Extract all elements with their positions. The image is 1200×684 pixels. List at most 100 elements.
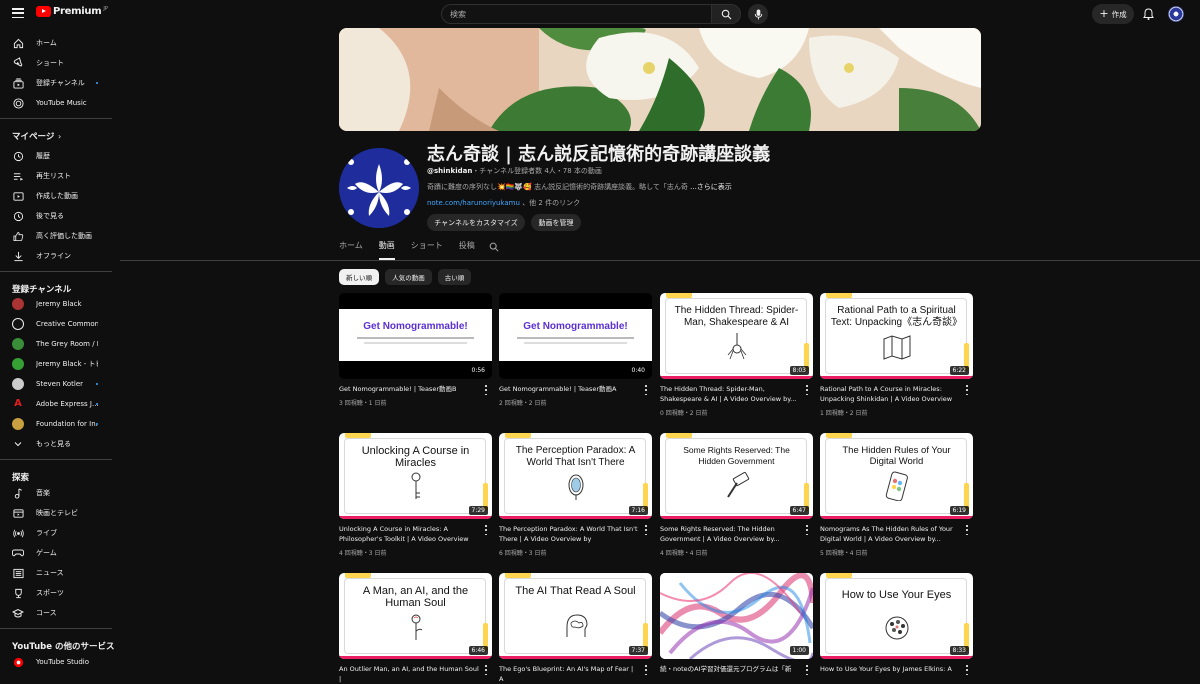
account-avatar[interactable] [1168,6,1184,22]
video-thumbnail[interactable]: A Man, an AI, and the Human Soul 6:46 [339,573,492,659]
sidebar-item-subscriptions[interactable]: 登録チャンネル [0,73,112,93]
more-actions-icon[interactable] [644,385,648,395]
channel-handle: @shinkidan [427,167,473,175]
show-more-link[interactable]: ...さらに表示 [690,183,732,191]
video-title[interactable]: An Outlier Man, an AI, and the Human Sou… [339,664,479,684]
more-actions-icon[interactable] [484,385,488,395]
sidebar-item-watch-later[interactable]: 後で見る [0,206,112,226]
sidebar-show-more[interactable]: もっと見る [0,434,112,454]
manage-videos-button[interactable]: 動画を管理 [531,214,581,231]
more-actions-icon[interactable] [484,665,488,675]
video-title[interactable]: The Perception Paradox: A World That Isn… [499,524,639,544]
channel-link[interactable]: note.com/harunoriyukamu [427,199,520,207]
sort-chip-oldest[interactable]: 古い順 [438,269,471,285]
thumbnail-text: The Hidden Rules of Your Digital World [842,445,951,467]
video-thumbnail[interactable]: Rational Path to a Spiritual Text: Unpac… [820,293,973,379]
sort-chip-popular[interactable]: 人気の動画 [385,269,432,285]
gavel-illustration [727,471,750,498]
video-thumbnail[interactable]: Unlocking A Course in Miracles 7:29 [339,433,492,519]
sidebar-item-liked-videos[interactable]: 高く評価した動画 [0,226,112,246]
channel-banner [339,28,981,131]
more-actions-icon[interactable] [965,665,969,675]
sidebar-item-news[interactable]: ニュース [0,563,112,583]
video-thumbnail[interactable]: 1:00 [660,573,813,659]
tab-home[interactable]: ホーム [339,240,363,260]
thumbnail-subline [524,342,627,344]
video-thumbnail[interactable]: The AI That Read A Soul 7:37 [499,573,652,659]
video-title[interactable]: The Ego's Blueprint: An AI's Map of Fear… [499,664,639,684]
voice-search-button[interactable] [748,4,768,24]
sidebar-channel-item[interactable]: Jeremy Black [0,294,112,314]
video-title[interactable]: Some Rights Reserved: The Hidden Governm… [660,524,800,544]
video-title[interactable]: How to Use Your Eyes by James Elkins: A [820,664,960,674]
video-thumbnail[interactable]: The Perception Paradox: A World That Isn… [499,433,652,519]
lily-pattern-avatar [339,148,419,228]
sidebar-item-youtube-studio[interactable]: YouTube Studio [0,652,112,672]
sidebar-item-shorts[interactable]: ショート [0,53,112,73]
sidebar-item-downloads[interactable]: オフライン [0,246,112,266]
sidebar-item-home[interactable]: ホーム [0,33,112,53]
tab-videos[interactable]: 動画 [378,240,395,260]
sort-chip-newest[interactable]: 新しい順 [339,269,379,285]
more-actions-icon[interactable] [644,525,648,535]
video-title[interactable]: The Hidden Thread: Spider-Man, Shakespea… [660,384,800,404]
video-thumbnail[interactable]: Get Nomogrammable! 0:40 [499,293,652,379]
sidebar-channel-item[interactable]: Jeremy Black - トピ... [0,354,112,374]
more-actions-icon[interactable] [805,385,809,395]
tab-posts[interactable]: 投稿 [459,240,475,260]
search-input[interactable]: 検索 [441,4,711,24]
sidebar-item-label: スポーツ [36,589,64,597]
sidebar-channel-item[interactable]: Foundation for In... [0,414,112,434]
sidebar-item-music[interactable]: 音楽 [0,483,112,503]
video-title[interactable]: Rational Path to A Course in Miracles: U… [820,384,960,404]
youtube-premium-logo[interactable]: Premium JP [36,6,108,17]
channel-description[interactable]: 奇蹟に難度の序列なし💥🏳️‍🌈🐺🥰 志ん説反記憶術的奇跡講座談義。略して「志ん奇… [427,182,732,192]
create-button[interactable]: + 作成 [1092,4,1134,24]
video-thumbnail[interactable]: How to Use Your Eyes 8:33 [820,573,973,659]
sidebar-channel-item[interactable]: A Adobe Express J... [0,394,112,414]
sidebar-item-sports[interactable]: スポーツ [0,583,112,603]
sidebar-item-youtube-music[interactable]: YouTube Music [0,93,112,113]
sidebar-item-history[interactable]: 履歴 [0,146,112,166]
sidebar-section-mypage[interactable]: マイページ › [0,126,112,146]
sidebar-channel-item[interactable]: Steven Kotler [0,374,112,394]
video-title[interactable]: Unlocking A Course in Miracles: A Philos… [339,524,479,544]
menu-icon[interactable] [12,8,24,18]
video-thumbnail[interactable]: The Hidden Rules of Your Digital World 6… [820,433,973,519]
more-actions-icon[interactable] [484,525,488,535]
more-actions-icon[interactable] [805,525,809,535]
video-title[interactable]: Get Nomogrammable! | Teaser動画A [499,384,639,394]
sidebar-item-playlists[interactable]: 再生リスト [0,166,112,186]
channel-title: 志ん奇談 | 志ん説反記憶術的奇跡講座談義 [427,144,771,165]
sidebar-item-live[interactable]: ライブ [0,523,112,543]
sidebar-item-label: YouTube Music [36,99,87,107]
sidebar-item-courses[interactable]: コース [0,603,112,623]
sidebar-item-gaming[interactable]: ゲーム [0,543,112,563]
video-thumbnail[interactable]: Some Rights Reserved: The Hidden Governm… [660,433,813,519]
thumbnail-text: Get Nomogrammable! [523,321,628,332]
sidebar-item-movies[interactable]: 映画とテレビ [0,503,112,523]
video-meta: 5 回視聴・4 日前 [820,550,868,557]
search-button[interactable] [711,4,741,24]
video-meta: 6 回視聴・3 日前 [499,550,547,557]
video-title[interactable]: 続・noteのAI学習対価還元プログラムは「新 [660,664,800,674]
video-thumbnail[interactable]: The Hidden Thread: Spider-Man, Shakespea… [660,293,813,379]
customize-channel-button[interactable]: チャンネルをカスタマイズ [427,214,525,231]
video-title[interactable]: Nomograms As The Hidden Rules of Your Di… [820,524,960,544]
more-actions-icon[interactable] [644,665,648,675]
video-title[interactable]: Get Nomogrammable! | Teaser動画B [339,384,479,394]
tab-shorts[interactable]: ショート [411,240,443,260]
more-actions-icon[interactable] [965,525,969,535]
more-actions-icon[interactable] [965,385,969,395]
sidebar-channel-item[interactable]: The Grey Room / D... [0,334,112,354]
more-links-text[interactable]: 、他 2 件のリンク [522,199,580,207]
notifications-button[interactable] [1141,6,1155,22]
sidebar-item-your-videos[interactable]: 作成した動画 [0,186,112,206]
sidebar-channel-item[interactable]: Creative Commons [0,314,112,334]
tab-search[interactable] [489,240,499,260]
channel-avatar [12,338,24,350]
video-thumbnail[interactable]: Get Nomogrammable! 0:56 [339,293,492,379]
more-actions-icon[interactable] [805,665,809,675]
tabs-divider [120,260,1200,261]
channel-avatar-large[interactable] [339,148,419,228]
